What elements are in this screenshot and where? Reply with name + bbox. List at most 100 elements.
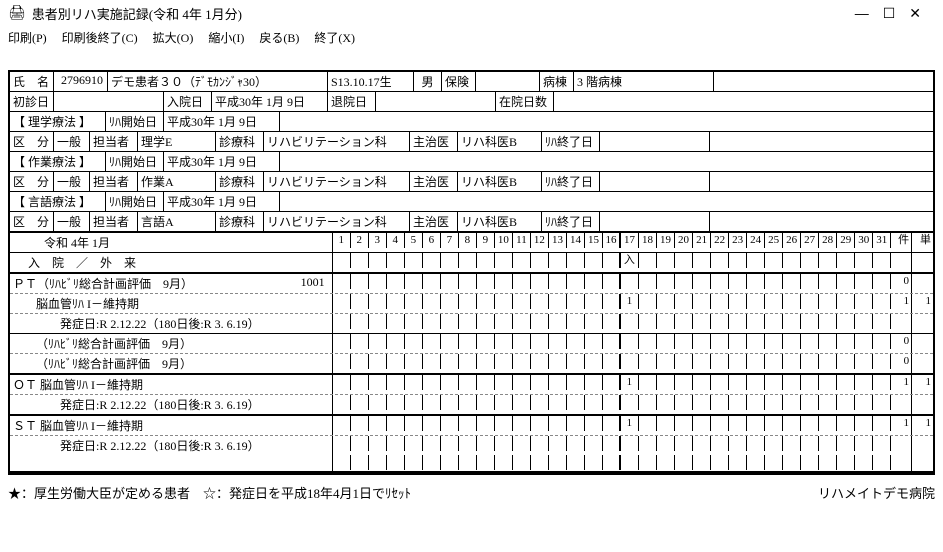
val-st-staff: 言語A [138, 212, 216, 231]
lbl-dept: 診療科 [216, 132, 264, 151]
val-st-rstart: 平成30年 1月 9日 [164, 192, 280, 211]
day-col-26: 26 [783, 233, 801, 248]
day-col-17: 17 [621, 233, 639, 248]
menu-zoom-in[interactable]: 拡大(O) [153, 31, 194, 45]
lbl-st: 【 言語療法 】 [10, 192, 106, 211]
day-col-8: 8 [459, 233, 477, 248]
data-row-r5: （ﾘﾊﾋﾞﾘ総合計画評価 9月）0 [10, 354, 933, 375]
maximize-button[interactable]: ☐ [883, 5, 910, 21]
footer-hospital: リハメイトデモ病院 [818, 483, 935, 502]
lbl-rend: ﾘﾊ終了日 [542, 132, 600, 151]
day-col-5: 5 [405, 233, 423, 248]
day-col-22: 22 [711, 233, 729, 248]
lbl-pt-rstart: ﾘﾊ開始日 [106, 112, 164, 131]
blank-row [10, 455, 933, 473]
row-inout: 入 院 ／ 外 来 入 [10, 253, 933, 274]
close-button[interactable]: ✕ [909, 5, 935, 21]
menu-exit[interactable]: 終了(X) [314, 31, 355, 45]
lbl-admission: 入院日 [164, 92, 212, 111]
day-col-28: 28 [819, 233, 837, 248]
day-col-31: 31 [873, 233, 891, 248]
val-discharge [376, 92, 496, 111]
day-col-25: 25 [765, 233, 783, 248]
val-sex: 男 [414, 72, 442, 91]
day-col-21: 21 [693, 233, 711, 248]
day-col-2: 2 [351, 233, 369, 248]
report-sheet: 氏 名 2796910 デモ患者３０（ﾃﾞﾓｶﾝｼﾞｬ30） S13.10.17… [8, 70, 935, 475]
data-row-r7: 発症日:R 2.12.22（180日後:R 3. 6.19） [10, 395, 933, 416]
row-pt-detail: 区 分 一般 担当者 理学E 診療科 リハビリテーション科 主治医 リハ科医B … [10, 132, 933, 152]
day-col-12: 12 [531, 233, 549, 248]
minimize-button[interactable]: — [855, 5, 883, 21]
day-col-30: 30 [855, 233, 873, 248]
calendar-header: 令和 4年 1月 1234567891011121314151617181920… [10, 233, 933, 253]
window-title: 患者別リハ実施記録(令和 4年 1月分) [32, 4, 849, 23]
data-row-r4: （ﾘﾊﾋﾞﾘ総合計画評価 9月）0 [10, 334, 933, 354]
val-insurance [476, 72, 540, 91]
data-row-r8: ＳＴ 脳血管ﾘﾊ I－維持期111 [10, 416, 933, 436]
row-dates: 初診日 入院日 平成30年 1月 9日 退院日 在院日数 [10, 92, 933, 112]
day-col-3: 3 [369, 233, 387, 248]
data-row-r2: 脳血管ﾘﾊ I－維持期111 [10, 294, 933, 314]
day-col-15: 15 [585, 233, 603, 248]
val-pid: 2796910 [54, 72, 108, 91]
val-rend [600, 132, 710, 151]
footer-legend: ★：厚生労働大臣が定める患者 ☆：発症日を平成18年4月1日でﾘｾｯﾄ [8, 483, 818, 502]
lbl-first-visit: 初診日 [10, 92, 54, 111]
day-col-18: 18 [639, 233, 657, 248]
day-col-9: 9 [477, 233, 495, 248]
row-st-start: 【 言語療法 】 ﾘﾊ開始日 平成30年 1月 9日 [10, 192, 933, 212]
menu-zoom-out[interactable]: 縮小(I) [208, 31, 244, 45]
day-col-14: 14 [567, 233, 585, 248]
val-dept: リハビリテーション科 [264, 132, 410, 151]
day-col-24: 24 [747, 233, 765, 248]
day-col-19: 19 [657, 233, 675, 248]
col-ken: 件 [891, 233, 912, 252]
window-titlebar: 🖨 患者別リハ実施記録(令和 4年 1月分) —☐✕ [0, 0, 943, 27]
lbl-discharge: 退院日 [328, 92, 376, 111]
day-col-10: 10 [495, 233, 513, 248]
val-admission: 平成30年 1月 9日 [212, 92, 328, 111]
lbl-los: 在院日数 [496, 92, 554, 111]
report-footer: ★：厚生労働大臣が定める患者 ☆：発症日を平成18年4月1日でﾘｾｯﾄ リハメイ… [0, 479, 943, 510]
day-col-13: 13 [549, 233, 567, 248]
row-pt-start: 【 理学療法 】 ﾘﾊ開始日 平成30年 1月 9日 [10, 112, 933, 132]
lbl-ot-rstart: ﾘﾊ開始日 [106, 152, 164, 171]
col-tan: 単 [912, 233, 933, 252]
period-label: 令和 4年 1月 [10, 233, 333, 252]
menu-print-close[interactable]: 印刷後終了(C) [62, 31, 138, 45]
day-col-4: 4 [387, 233, 405, 248]
day-col-29: 29 [837, 233, 855, 248]
val-pname: デモ患者３０（ﾃﾞﾓｶﾝｼﾞｬ30） [108, 72, 328, 91]
data-row-r3: 発症日:R 2.12.22（180日後:R 3. 6.19） [10, 314, 933, 334]
row-ot-start: 【 作業療法 】 ﾘﾊ開始日 平成30年 1月 9日 [10, 152, 933, 172]
lbl-name: 氏 名 [10, 72, 54, 91]
day-col-11: 11 [513, 233, 531, 248]
day-col-7: 7 [441, 233, 459, 248]
row-name: 氏 名 2796910 デモ患者３０（ﾃﾞﾓｶﾝｼﾞｬ30） S13.10.17… [10, 72, 933, 92]
val-dr: リハ科医B [458, 132, 542, 151]
lbl-dr: 主治医 [410, 132, 458, 151]
val-los [554, 92, 933, 111]
val-first-visit [54, 92, 164, 111]
data-row-r6: ＯＴ 脳血管ﾘﾊ I－維持期111 [10, 375, 933, 395]
val-birth: S13.10.17生 [328, 72, 414, 91]
menu-back[interactable]: 戻る(B) [259, 31, 299, 45]
day-col-23: 23 [729, 233, 747, 248]
menu-print[interactable]: 印刷(P) [8, 31, 47, 45]
day-col-27: 27 [801, 233, 819, 248]
val-pt-staff: 理学E [138, 132, 216, 151]
lbl-ot: 【 作業療法 】 [10, 152, 106, 171]
val-ward: 3 階病棟 [574, 72, 714, 91]
val-ot-rstart: 平成30年 1月 9日 [164, 152, 280, 171]
lbl-ward: 病棟 [540, 72, 574, 91]
day-col-16: 16 [603, 233, 621, 248]
day-col-20: 20 [675, 233, 693, 248]
data-row-r1: ＰＴ（ﾘﾊﾋﾞﾘ総合計画評価 9月）10010 [10, 274, 933, 294]
day-col-1: 1 [333, 233, 351, 248]
val-pt-rstart: 平成30年 1月 9日 [164, 112, 280, 131]
data-row-r9: 発症日:R 2.12.22（180日後:R 3. 6.19） [10, 436, 933, 455]
row-ot-detail: 区 分 一般 担当者 作業A 診療科 リハビリテーション科 主治医 リハ科医B … [10, 172, 933, 192]
menu-bar: 印刷(P) 印刷後終了(C) 拡大(O) 縮小(I) 戻る(B) 終了(X) [0, 27, 943, 52]
app-icon: 🖨 [8, 5, 26, 22]
